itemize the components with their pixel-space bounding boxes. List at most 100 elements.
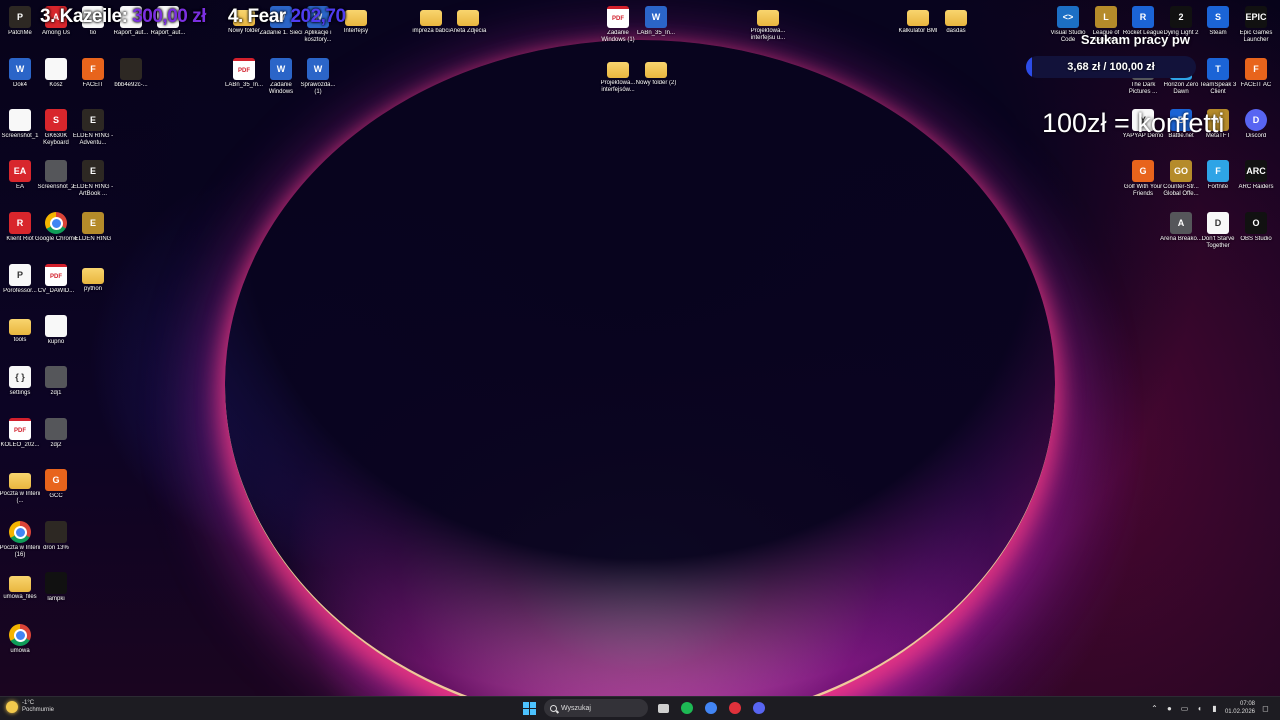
goal-progress-text: 3,68 zł / 100,00 zł: [1067, 61, 1155, 73]
desktop-icon-arena-breakout[interactable]: A Arena Breako...: [1160, 210, 1202, 262]
dasdas-icon: [945, 10, 967, 26]
desktop-icon-league[interactable]: L League of Legends: [1086, 4, 1126, 56]
kalkulator-bmi-icon: [907, 10, 929, 26]
chrome-icon: [45, 212, 67, 234]
desktop-icon-labn-35-in[interactable]: PDF LABn_35_In...: [224, 56, 264, 108]
fortnite-icon: F: [1207, 160, 1229, 182]
notification-bell-icon[interactable]: ◻: [1261, 704, 1270, 713]
desktop-icon-aneta-zdjecia[interactable]: Aneta Zdjecia: [448, 4, 488, 56]
desktop-icon-label: Raport_aut...: [150, 30, 186, 36]
zadanie-windows-icon: W: [270, 58, 292, 80]
desktop-icon-kosz[interactable]: Kosz: [36, 56, 76, 108]
desktop-icon-vscode[interactable]: <> Visual Studio Code: [1048, 4, 1088, 56]
desktop-icon-label: GCC: [49, 493, 63, 499]
desktop-icon-nowy-folder-2[interactable]: Nowy folder (2): [636, 56, 676, 108]
lampki-icon: [45, 572, 67, 594]
clock[interactable]: 07:08 01.02.2026: [1225, 700, 1255, 716]
desktop-icon-label: Discord: [1245, 133, 1267, 139]
desktop-icon-obs[interactable]: O OBS Studio: [1236, 210, 1276, 262]
desktop-icon-zdj1[interactable]: zdj1: [36, 364, 76, 416]
goal-4-amount: 202,70: [290, 6, 346, 27]
poczta-interii-16-icon: [9, 521, 31, 543]
arena-breakout-icon: A: [1170, 212, 1192, 234]
desktop-icon-elden-artbook[interactable]: E ELDEN RING - ArtBook ...: [73, 158, 113, 210]
umowa-icon: [9, 624, 31, 646]
desktop-icon-umowa[interactable]: umowa: [0, 622, 40, 674]
desktop-icon-zadanie-windows[interactable]: W Zadanie Windows: [261, 56, 301, 108]
gk630k-icon: S: [45, 109, 67, 131]
desktop-icon-cv-dawid[interactable]: PDF CV_DAWID...: [36, 262, 76, 314]
discord-icon: [753, 702, 765, 714]
taskbar-spotify-button[interactable]: [678, 699, 696, 717]
desktop-icon-python[interactable]: python: [73, 262, 113, 314]
desktop-icon-label: Sprawozda... (1): [300, 82, 336, 95]
zdj1-icon: [45, 366, 67, 388]
labn-35-in-top-icon: W: [645, 6, 667, 28]
desktop-icon-projektowanie-u[interactable]: Projektowa... interfejsu u...: [748, 4, 788, 56]
desktop-icon-kalkulator-bmi[interactable]: Kalkulator BMI: [898, 4, 938, 56]
desktop-icon-kupno[interactable]: kupno: [36, 313, 76, 365]
desktop-icon-label: umowa: [10, 648, 30, 654]
dying-light-icon: 2: [1170, 6, 1192, 28]
desktop-icon-epic[interactable]: EPIC Epic Games Launcher: [1236, 4, 1276, 56]
taskbar-task-view-button[interactable]: [654, 699, 672, 717]
desktop-icon-csgo[interactable]: GO Counter-Str... Global Offe...: [1161, 158, 1201, 210]
weather-widget[interactable]: -1°C Pochmurnie: [6, 700, 54, 714]
desktop-icon-label: FACEIT AC: [1240, 82, 1272, 88]
taskbar-opera-button[interactable]: [726, 699, 744, 717]
desktop-icon-impreza-babci[interactable]: impreza babci: [411, 4, 451, 56]
faceit-ac-icon: F: [1245, 58, 1267, 80]
desktop-icon-label: kupno: [47, 339, 65, 345]
volume-icon[interactable]: ◖: [1195, 704, 1204, 713]
zdj2-icon: [45, 418, 67, 440]
desktop-icon-label: LABn_35_In...: [636, 30, 676, 36]
desktop-icon-dont-starve[interactable]: D Don't Starve Together: [1198, 210, 1238, 262]
kupno-icon: [45, 315, 67, 337]
start-button[interactable]: [520, 699, 538, 717]
taskbar-search[interactable]: Wyszukaj: [544, 699, 648, 717]
desktop-icon-bbb4e[interactable]: bbb4e92c-...: [111, 56, 151, 108]
desktop-icon-elden-ring[interactable]: E ELDEN RING: [73, 210, 113, 262]
pinned-apps: [654, 699, 768, 717]
desktop-icon-projektowanie-interfejsow[interactable]: Projektowa... interfejsów...: [598, 56, 638, 108]
desktop-icon-label: dron 13%: [43, 545, 69, 551]
sprawozdanie-1-icon: W: [307, 58, 329, 80]
desktop-icon-golf[interactable]: G Golf With Your Friends: [1123, 158, 1163, 210]
desktop-icon-discord[interactable]: D Discord: [1236, 107, 1276, 159]
desktop-icon-steam[interactable]: S Steam: [1198, 4, 1238, 56]
desktop-icon-label: python: [83, 286, 102, 292]
taskbar-chrome-button[interactable]: [702, 699, 720, 717]
desktop-icon-labn-35-in-top[interactable]: W LABn_35_In...: [636, 4, 676, 56]
desktop-icon-faceit[interactable]: F FACEIT: [73, 56, 113, 108]
desktop-icon-zadanie-windows-1[interactable]: PDF Zadanie Windows (1): [598, 4, 638, 56]
desktop-icon-dying-light[interactable]: 2 Dying Light 2: [1161, 4, 1201, 56]
desktop-icon-sprawozdanie-1[interactable]: W Sprawozda... (1): [298, 56, 338, 108]
desktop-icon-faceit-ac[interactable]: F FACEIT AC: [1236, 56, 1276, 108]
desktop-icon-screenshot-2[interactable]: Screenshot_2: [36, 158, 76, 210]
poczta-interii-icon: [9, 473, 31, 489]
desktop-icon-rocket-league[interactable]: R Rocket League: [1123, 4, 1163, 56]
desktop-icon-label: lampki: [47, 596, 65, 602]
aneta-zdjecia-icon: [457, 10, 479, 26]
battery-icon[interactable]: ▮: [1210, 704, 1219, 713]
koleo-icon: PDF: [9, 418, 31, 440]
desktop-icon-fortnite[interactable]: F Fortnite: [1198, 158, 1238, 210]
network-icon[interactable]: ▭: [1180, 704, 1189, 713]
desktop-icon-teamspeak[interactable]: T TeamSpeak 3 Client: [1198, 56, 1238, 108]
desktop-icon-arc-raiders[interactable]: ARC ARC Raiders: [1236, 158, 1276, 210]
desktop-icon-dasdas[interactable]: dasdas: [936, 4, 976, 56]
desktop-icon-lampki[interactable]: lampki: [36, 570, 76, 622]
desktop-icon-dron[interactable]: dron 13%: [36, 519, 76, 571]
desktop-icon-chrome[interactable]: Google Chrome: [35, 210, 77, 262]
desktop-icon-zdj2[interactable]: zdj2: [36, 416, 76, 468]
desktop-icon-gcc[interactable]: G GCC: [36, 467, 76, 519]
chevron-up-icon[interactable]: ⌃: [1150, 704, 1159, 713]
desktop-icon-elden-adventure[interactable]: E ELDEN RING - Adventu...: [73, 107, 113, 159]
desktop-icon-label: Interfejsy: [343, 28, 369, 34]
discord-icon: D: [1245, 109, 1267, 131]
microphone-icon[interactable]: ●: [1165, 704, 1174, 713]
taskbar-discord-button[interactable]: [750, 699, 768, 717]
dron-icon: [45, 521, 67, 543]
zadanie-windows-1-icon: PDF: [607, 6, 629, 28]
desktop-icon-gk630k[interactable]: S GK630K Keyboard: [36, 107, 76, 159]
